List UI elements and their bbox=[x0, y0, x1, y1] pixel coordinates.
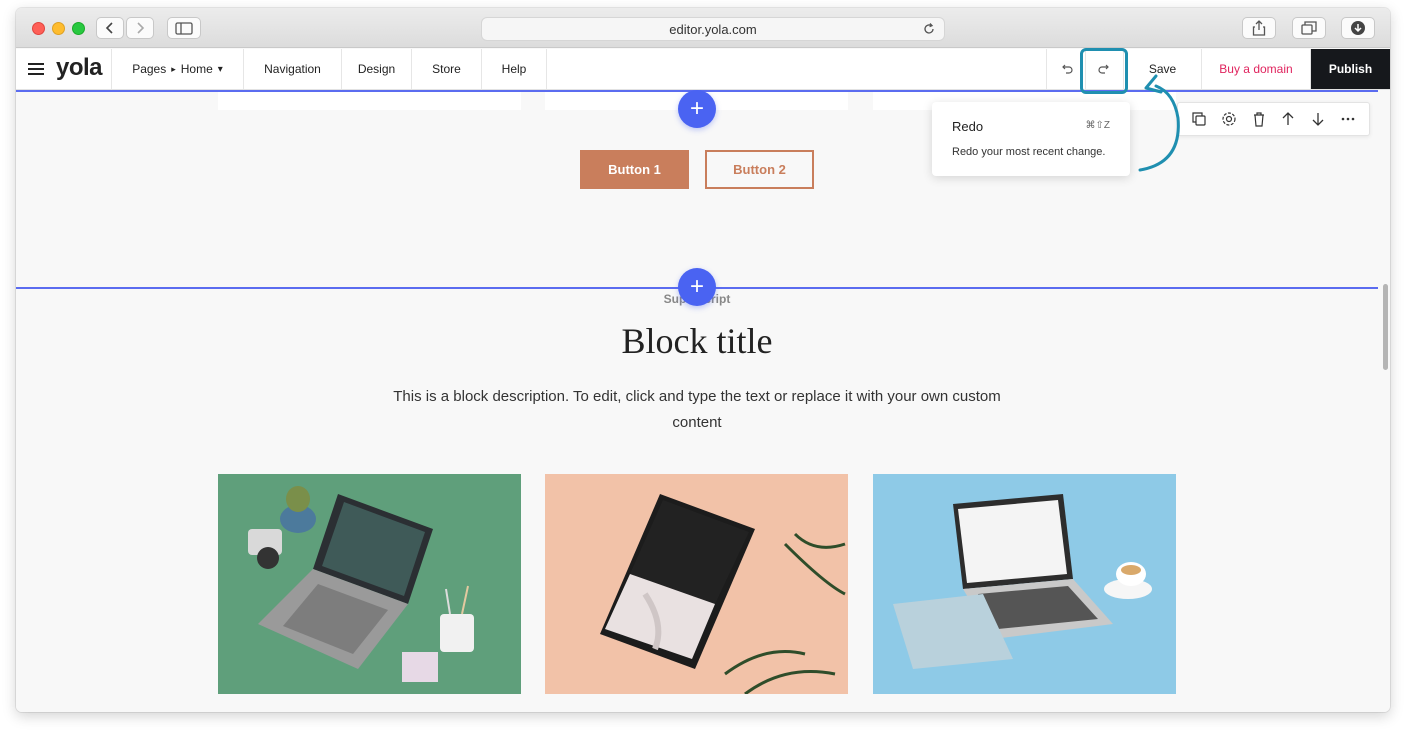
card-bottom bbox=[218, 90, 521, 110]
chevron-right-icon bbox=[137, 22, 145, 34]
close-window-button[interactable] bbox=[32, 22, 45, 35]
more-icon[interactable] bbox=[1337, 108, 1359, 130]
yola-logo: yola bbox=[56, 54, 103, 81]
help-menu[interactable]: Help bbox=[482, 49, 547, 89]
redo-tooltip: Redo ⌘⇧Z Redo your most recent change. bbox=[932, 102, 1130, 176]
tabs-overview-button[interactable] bbox=[1292, 17, 1326, 39]
delete-icon[interactable] bbox=[1248, 108, 1270, 130]
add-block-button[interactable]: + bbox=[678, 268, 716, 306]
help-label: Help bbox=[501, 62, 527, 76]
block-description[interactable]: This is a block description. To edit, cl… bbox=[372, 384, 1022, 436]
navigation-menu[interactable]: Navigation bbox=[244, 49, 342, 89]
tooltip-title: Redo bbox=[952, 119, 984, 134]
store-label: Store bbox=[432, 62, 461, 76]
share-icon bbox=[1252, 20, 1266, 36]
sidebar-icon bbox=[175, 21, 193, 35]
move-down-icon[interactable] bbox=[1307, 108, 1329, 130]
reload-icon[interactable] bbox=[922, 22, 936, 39]
chevron-down-icon: ▾ bbox=[217, 63, 223, 75]
share-button[interactable] bbox=[1242, 17, 1276, 39]
move-up-icon[interactable] bbox=[1277, 108, 1299, 130]
tablet-image[interactable] bbox=[545, 474, 848, 694]
download-icon bbox=[1351, 21, 1365, 35]
laptop-image[interactable] bbox=[218, 474, 521, 694]
main-menu[interactable]: yola bbox=[16, 49, 112, 89]
buy-domain-button[interactable]: Buy a domain bbox=[1202, 49, 1311, 89]
design-label: Design bbox=[357, 62, 396, 76]
tabs-icon bbox=[1301, 21, 1317, 35]
button-1[interactable]: Button 1 bbox=[580, 150, 689, 189]
downloads-button[interactable] bbox=[1341, 17, 1375, 39]
tooltip-description: Redo your most recent change. bbox=[952, 146, 1106, 158]
url-text: editor.yola.com bbox=[669, 21, 757, 37]
block-toolbar bbox=[1177, 102, 1370, 136]
minimize-window-button[interactable] bbox=[52, 22, 65, 35]
design-menu[interactable]: Design bbox=[342, 49, 412, 89]
add-block-button[interactable]: + bbox=[678, 90, 716, 128]
navigation-label: Navigation bbox=[264, 62, 321, 76]
block-title[interactable]: Block title bbox=[16, 320, 1378, 362]
chevron-left-icon bbox=[105, 22, 113, 34]
store-menu[interactable]: Store bbox=[412, 49, 482, 89]
editor-canvas: + Button 1 Button 2 Superscript + Block … bbox=[16, 90, 1390, 712]
pages-dropdown[interactable]: Pages ▸ Home ▾ bbox=[112, 49, 244, 89]
hamburger-icon[interactable] bbox=[28, 63, 44, 75]
redo-highlight bbox=[1080, 48, 1128, 94]
sidebar-toggle-button[interactable] bbox=[167, 17, 201, 39]
forward-button[interactable] bbox=[126, 17, 154, 39]
button-2[interactable]: Button 2 bbox=[705, 150, 814, 189]
browser-window: editor.yola.com yola Pages ▸ Home ▾ Navi… bbox=[16, 8, 1390, 712]
buy-domain-label: Buy a domain bbox=[1219, 62, 1293, 76]
zoom-window-button[interactable] bbox=[72, 22, 85, 35]
tooltip-shortcut: ⌘⇧Z bbox=[1085, 120, 1111, 131]
back-button[interactable] bbox=[96, 17, 124, 39]
publish-button[interactable]: Publish bbox=[1311, 49, 1390, 89]
browser-toolbar: editor.yola.com bbox=[16, 8, 1390, 48]
settings-icon[interactable] bbox=[1218, 108, 1240, 130]
vertical-scrollbar[interactable] bbox=[1383, 284, 1388, 370]
annotation-arrow-icon bbox=[1138, 74, 1180, 172]
home-label: Home bbox=[180, 62, 213, 76]
address-bar[interactable]: editor.yola.com bbox=[481, 17, 945, 41]
laptop-coffee-image[interactable] bbox=[873, 474, 1176, 694]
undo-icon bbox=[1062, 64, 1073, 74]
pages-label: Pages bbox=[132, 62, 167, 76]
caret-right-icon: ▸ bbox=[171, 63, 176, 74]
publish-label: Publish bbox=[1328, 62, 1373, 76]
